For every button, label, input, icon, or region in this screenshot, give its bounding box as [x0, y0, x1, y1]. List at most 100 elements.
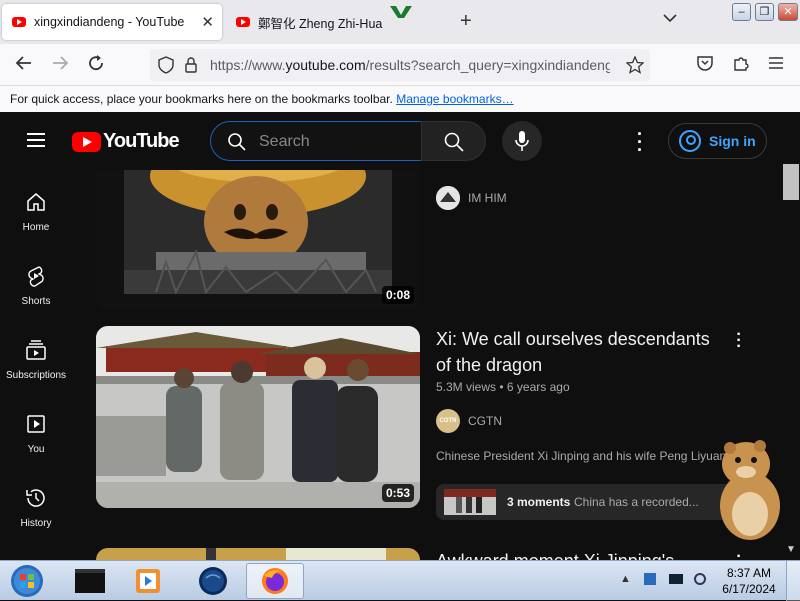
tab-youtube-search[interactable]: xingxindiandeng - YouTube ✕	[2, 4, 222, 40]
thumbnail-image	[96, 326, 420, 508]
key-moments-chip[interactable]: 3 moments China has a recorded...	[436, 484, 736, 520]
sign-in-button[interactable]: Sign in	[668, 123, 767, 159]
search-button[interactable]	[421, 121, 486, 161]
hamster-sticker	[716, 438, 784, 542]
close-window-button[interactable]: ✕	[778, 3, 798, 21]
history-icon	[26, 489, 45, 507]
video-more-actions-icon[interactable]: ···	[734, 327, 744, 355]
sidebar-item-you[interactable]: You	[0, 412, 72, 455]
tab-zheng-zhihua[interactable]: 鄭智化 Zheng Zhi-Hua	[226, 4, 454, 40]
taskbar-app-media-player[interactable]	[120, 563, 176, 599]
taskbar-clock[interactable]: 8:37 AM 6/17/2024	[718, 565, 780, 597]
maximize-button[interactable]: ❐	[755, 3, 774, 21]
forward-button[interactable]	[49, 54, 71, 77]
sidebar-item-label: History	[20, 518, 52, 529]
channel-avatar: CGTN	[436, 409, 460, 433]
display-icon[interactable]	[669, 574, 684, 585]
sidebar-item-history[interactable]: History	[0, 486, 72, 529]
video-title-line-2: of the dragon	[436, 355, 543, 375]
channel-link[interactable]: CGTN CGTN	[436, 409, 502, 433]
youtube-play-logo-icon	[72, 131, 101, 152]
channel-link[interactable]: IM HIM	[436, 186, 507, 210]
windows-taskbar: ▲ 8:37 AM 6/17/2024	[0, 560, 800, 601]
minimize-button[interactable]: –	[732, 3, 751, 21]
show-hidden-icons-icon[interactable]: ▲	[620, 573, 631, 585]
shield-icon[interactable]	[158, 56, 174, 77]
video-thumbnail-3[interactable]	[96, 548, 420, 560]
start-button[interactable]	[2, 563, 52, 599]
sidebar-item-label: You	[27, 444, 45, 455]
reload-button[interactable]	[85, 54, 107, 77]
browser-tab-strip: xingxindiandeng - YouTube ✕ 鄭智化 Zheng Zh…	[0, 0, 800, 44]
channel-avatar	[436, 186, 460, 210]
bookmarks-toolbar: For quick access, place your bookmarks h…	[0, 86, 800, 112]
new-tab-button[interactable]: +	[460, 10, 472, 33]
url-text: https://www.youtube.com/results?search_q…	[210, 57, 610, 73]
moments-count: 3 moments	[507, 495, 571, 509]
media-player-icon	[136, 569, 160, 593]
video-meta: 5.3M views • 6 years ago	[436, 380, 570, 394]
youtube-favicon-icon	[236, 17, 250, 27]
extensions-puzzle-icon[interactable]	[730, 54, 752, 77]
video-description: Chinese President Xi Jinping and his wif…	[436, 449, 726, 463]
taskbar-app-firefox[interactable]	[246, 563, 304, 599]
network-icon[interactable]	[643, 573, 656, 586]
url-domain: youtube.com	[285, 57, 366, 73]
sidebar-item-subscriptions[interactable]: Subscriptions	[0, 338, 72, 381]
address-bar[interactable]: https://www.youtube.com/results?search_q…	[150, 49, 650, 81]
home-icon	[27, 193, 45, 211]
sidebar-item-label: Shorts	[21, 296, 51, 307]
meta-separator: •	[499, 380, 507, 394]
subscriptions-icon	[26, 340, 46, 360]
scroll-down-arrow-icon[interactable]: ▼	[786, 544, 796, 555]
app-menu-hamburger-icon[interactable]	[765, 54, 787, 75]
voice-search-button[interactable]	[502, 121, 542, 161]
recording-indicator-icon	[388, 4, 414, 18]
close-tab-icon[interactable]: ✕	[201, 13, 214, 31]
upload-age: 6 years ago	[506, 380, 570, 394]
show-desktop-button[interactable]	[786, 561, 800, 601]
pocket-icon[interactable]	[694, 54, 716, 77]
video-thumbnail-2[interactable]: 0:53	[96, 326, 420, 508]
clock-time: 8:37 AM	[726, 566, 772, 580]
scrollbar-thumb[interactable]	[783, 164, 799, 200]
youtube-page: 0:08 IM HIM 0:53 Xi: We call ourselves d…	[0, 112, 800, 560]
channel-name: IM HIM	[468, 191, 507, 205]
taskbar-app-globe[interactable]	[185, 563, 241, 599]
youtube-header: YouTube ··· Sign in	[0, 112, 800, 170]
guide-menu-hamburger-icon[interactable]	[27, 133, 45, 147]
sidebar-item-label: Home	[22, 222, 50, 233]
video-duration: 0:08	[381, 286, 414, 304]
youtube-logo-text: YouTube	[103, 130, 180, 152]
view-count: 5.3M views	[436, 380, 497, 394]
settings-more-icon[interactable]: · · ·	[630, 125, 650, 159]
video-title-line-1: Xi: We call ourselves descendants	[436, 329, 710, 349]
search-icon	[227, 132, 247, 157]
tab-title: 鄭智化 Zheng Zhi-Hua	[258, 16, 383, 31]
youtube-favicon-icon	[12, 17, 26, 27]
firefox-icon	[262, 568, 288, 594]
back-button[interactable]	[13, 54, 35, 77]
youtube-logo[interactable]: YouTube	[72, 130, 180, 153]
url-prefix: https://www.	[210, 57, 286, 73]
bookmark-star-icon[interactable]	[625, 55, 645, 77]
terminal-icon	[75, 569, 105, 593]
manage-bookmarks-link[interactable]: Manage bookmarks…	[396, 92, 513, 106]
bookmarks-hint: For quick access, place your bookmarks h…	[10, 92, 393, 106]
tab-title: xingxindiandeng - YouTube	[34, 15, 185, 29]
sidebar-item-home[interactable]: Home	[0, 190, 72, 233]
taskbar-app-terminal[interactable]	[62, 563, 118, 599]
account-circle-icon	[679, 130, 701, 152]
microphone-icon	[515, 131, 529, 151]
sign-in-label: Sign in	[709, 133, 756, 149]
list-all-tabs-chevron-down-icon[interactable]	[663, 12, 677, 26]
search-input[interactable]	[259, 132, 409, 152]
volume-icon[interactable]	[694, 573, 707, 586]
search-box[interactable]	[210, 121, 422, 161]
url-path: /results?search_query=xingxindiandeng	[365, 57, 610, 73]
video-title[interactable]: Awkward moment Xi Jinping's	[436, 548, 736, 560]
lock-icon[interactable]	[184, 57, 198, 76]
sidebar-item-shorts[interactable]: Shorts	[0, 264, 72, 307]
search-icon	[444, 132, 464, 152]
video-title[interactable]: Xi: We call ourselves descendants of the…	[436, 326, 736, 378]
